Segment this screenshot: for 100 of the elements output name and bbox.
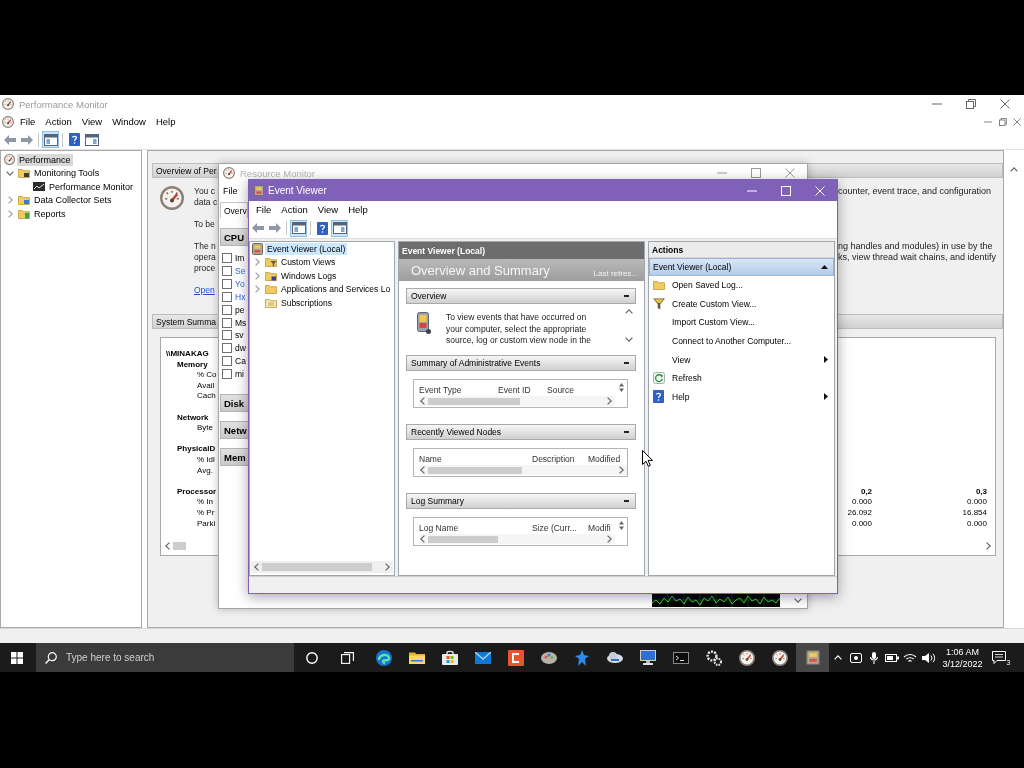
checkbox[interactable] — [222, 252, 232, 263]
minimize-icon — [717, 172, 727, 174]
tree-item[interactable]: Event Viewer (Local) — [265, 242, 348, 255]
toolbar-button[interactable] — [66, 131, 83, 148]
section-header[interactable]: Disk — [220, 394, 248, 413]
section-title[interactable]: System Summa — [156, 316, 216, 327]
command-item[interactable]: Import Custom View... — [649, 313, 834, 332]
tree-item[interactable]: Reports — [32, 207, 68, 220]
funnel-icon — [653, 297, 665, 310]
menu-item[interactable]: Help — [150, 114, 181, 129]
gauge-icon — [738, 649, 755, 666]
folder-icon — [18, 195, 30, 206]
tree-item[interactable]: Data Collector Sets — [32, 194, 114, 207]
clock-date[interactable]: 3/12/2022 — [942, 657, 983, 670]
device-icon — [254, 185, 264, 196]
command-item[interactable]: View — [649, 350, 834, 369]
column-header[interactable]: Name — [419, 454, 442, 464]
forward-icon — [268, 223, 281, 233]
back-icon — [251, 223, 264, 233]
link[interactable]: Open — [194, 285, 215, 296]
gears-icon — [705, 649, 722, 666]
column-header[interactable]: Description — [532, 454, 575, 464]
minimize-icon — [747, 189, 757, 192]
column-header[interactable]: Size (Curr... — [532, 523, 577, 533]
horizontal-scrollbar[interactable] — [419, 396, 615, 406]
scroll-left-icon — [254, 563, 259, 571]
checkbox[interactable] — [222, 292, 232, 302]
menu-item[interactable]: Action — [276, 202, 313, 217]
tree-item[interactable]: Performance Monitor — [47, 180, 136, 193]
column-header[interactable]: Event ID — [498, 385, 531, 395]
tree-item[interactable]: Performance — [17, 153, 73, 166]
gauge-icon — [4, 154, 15, 166]
column-header[interactable]: Modified — [588, 454, 621, 464]
palette-icon — [540, 651, 557, 664]
toolbar-button[interactable] — [314, 219, 331, 237]
tree-item[interactable]: Applications and Services Lo — [279, 283, 393, 296]
counter-value: 16.854 — [962, 507, 987, 519]
video-icon — [850, 652, 862, 663]
checkbox[interactable] — [222, 304, 232, 315]
checkbox[interactable] — [222, 343, 232, 354]
checkbox[interactable] — [222, 279, 232, 290]
column-header[interactable]: Source — [547, 385, 574, 395]
section-header[interactable]: Log Summary — [406, 493, 636, 509]
section-header[interactable]: Netw — [220, 421, 248, 440]
tree-item[interactable]: Monitoring Tools — [32, 167, 102, 180]
command-item[interactable]: Refresh — [649, 368, 834, 388]
tree-item[interactable]: Custom Views — [279, 256, 338, 269]
menu-item[interactable]: View — [312, 202, 344, 217]
counter-name: Cach — [197, 391, 216, 402]
section-title[interactable]: Overview of Per — [156, 165, 217, 176]
scroll-thumb[interactable] — [173, 542, 186, 550]
menu-item[interactable]: Action — [40, 114, 77, 129]
section-header[interactable]: Summary of Administrative Events — [406, 355, 636, 371]
column-header[interactable]: Event Type — [419, 385, 462, 395]
tree-item[interactable]: Subscriptions — [279, 296, 335, 309]
toolbar-button[interactable] — [290, 219, 307, 237]
checkbox[interactable] — [222, 355, 232, 366]
scroll-thumb[interactable] — [428, 535, 498, 543]
scroll-thumb[interactable] — [428, 397, 520, 405]
maximize-icon — [781, 185, 791, 196]
column-header[interactable]: Log Name — [419, 523, 459, 533]
tab[interactable]: Overv — [220, 202, 248, 218]
menu-item[interactable]: Help — [343, 202, 373, 217]
horizontal-scrollbar[interactable] — [419, 534, 615, 544]
column-header[interactable]: Modifi — [588, 523, 611, 533]
checkbox[interactable] — [222, 266, 232, 277]
menu-item[interactable]: File — [219, 183, 242, 199]
section-header[interactable]: Mem — [220, 448, 248, 467]
command-item[interactable]: Connect to Another Computer... — [649, 331, 834, 351]
toolbar-button[interactable] — [42, 131, 59, 148]
section-header[interactable]: Overview — [406, 288, 636, 304]
scroll-thumb[interactable] — [262, 563, 372, 571]
scroll-left-icon — [165, 542, 170, 550]
checkbox[interactable] — [222, 330, 232, 341]
menu-item[interactable]: File — [15, 114, 41, 129]
toolbar-button[interactable] — [83, 131, 100, 148]
horizontal-scrollbar[interactable] — [251, 561, 393, 573]
toolbar-button[interactable] — [331, 219, 348, 237]
menu-item[interactable]: Window — [107, 114, 151, 129]
monitor-icon — [639, 650, 656, 665]
menu-item[interactable]: File — [251, 202, 277, 217]
menu-item[interactable]: View — [76, 114, 108, 129]
tree-item[interactable]: Windows Logs — [279, 269, 339, 282]
command-item[interactable]: Create Custom View... — [649, 294, 834, 314]
help-icon — [317, 221, 328, 235]
section-header[interactable]: CPU — [220, 228, 248, 246]
checkbox[interactable] — [222, 368, 232, 379]
description-text: You c — [194, 186, 215, 197]
scroll-thumb[interactable] — [428, 466, 522, 474]
command-item[interactable]: Help — [649, 387, 834, 407]
command-item[interactable]: Open Saved Log... — [649, 276, 834, 295]
horizontal-scrollbar[interactable] — [419, 465, 627, 475]
column-header[interactable]: Im — [235, 252, 245, 263]
checkbox[interactable] — [222, 317, 232, 328]
swirl-icon — [375, 649, 392, 666]
clock-time[interactable]: 1:06 AM — [946, 645, 979, 658]
counter-name: Byte — [197, 423, 213, 434]
section-header[interactable]: Recently Viewed Nodes — [406, 424, 636, 440]
instance-header: 0,2 — [860, 486, 872, 498]
command-group-header[interactable]: Event Viewer (Local) — [649, 258, 834, 276]
